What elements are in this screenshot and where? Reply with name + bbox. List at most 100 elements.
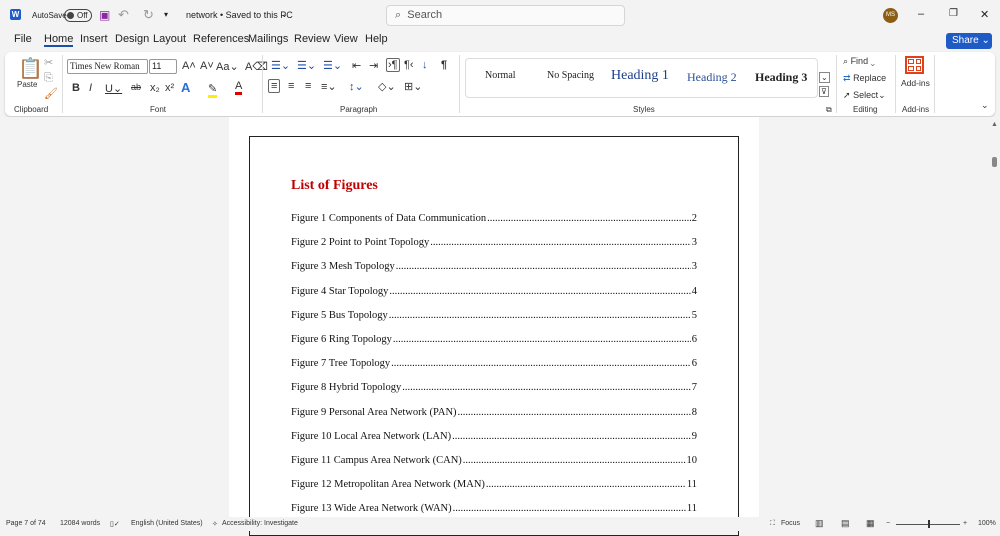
align-left-icon[interactable]: ≡ <box>268 79 281 93</box>
web-layout-icon[interactable]: ▦ <box>866 518 875 529</box>
figure-entry[interactable]: Figure 2 Point to Point Topology 3 <box>291 237 697 248</box>
increase-indent-icon[interactable]: ⇥ <box>369 59 378 72</box>
font-size-select[interactable]: 11 <box>149 59 177 74</box>
line-spacing-icon[interactable]: ↕⌄ <box>349 80 364 93</box>
chevron-down-icon[interactable]: ⌄ <box>281 10 288 19</box>
select-button[interactable]: ➚ Select⌄ <box>843 90 886 101</box>
figure-entry[interactable]: Figure 8 Hybrid Topology 7 <box>291 382 697 393</box>
autosave-toggle[interactable]: Off <box>64 9 92 22</box>
figure-entry[interactable]: Figure 11 Campus Area Network (CAN) 10 <box>291 455 697 466</box>
scrollbar-thumb[interactable] <box>992 157 997 167</box>
vertical-scrollbar[interactable] <box>988 117 1000 517</box>
figure-entry[interactable]: Figure 6 Ring Topology 6 <box>291 334 697 345</box>
word-count[interactable]: 12084 words <box>60 520 100 527</box>
figure-entry[interactable]: Figure 4 Star Topology 4 <box>291 286 697 297</box>
tab-help[interactable]: Help <box>365 33 388 45</box>
search-box[interactable]: ⌕ Search <box>386 5 625 26</box>
strikethrough-icon[interactable]: ab <box>131 82 141 92</box>
subscript-icon[interactable]: x₂ <box>150 82 160 94</box>
styles-scroll-down-icon[interactable]: ⌄ <box>819 72 830 83</box>
ltr-icon[interactable]: ›¶ <box>386 58 400 72</box>
tab-layout[interactable]: Layout <box>153 33 186 45</box>
decrease-indent-icon[interactable]: ⇤ <box>352 59 361 72</box>
italic-icon[interactable]: I <box>89 82 92 94</box>
tab-insert[interactable]: Insert <box>80 33 108 45</box>
multilevel-list-icon[interactable]: ☰⌄ <box>323 59 342 72</box>
underline-icon[interactable]: U⌄ <box>105 82 122 95</box>
shrink-font-icon[interactable]: A˅ <box>200 60 214 72</box>
tab-view[interactable]: View <box>334 33 358 45</box>
proofing-icon[interactable]: ▯✓ <box>110 520 120 528</box>
superscript-icon[interactable]: x² <box>165 82 174 94</box>
format-painter-icon[interactable]: 🖌 <box>44 87 58 100</box>
tab-review[interactable]: Review <box>294 33 330 45</box>
cut-icon[interactable]: ✂ <box>44 56 53 69</box>
focus-icon[interactable]: ⛶ <box>770 520 775 528</box>
scroll-up-icon[interactable]: ▲ <box>991 121 998 128</box>
style-heading-3[interactable]: Heading 3 <box>755 70 807 85</box>
style-normal[interactable]: Normal <box>485 70 516 81</box>
zoom-slider-handle[interactable] <box>928 520 930 528</box>
add-ins-button[interactable]: Add-ins <box>901 78 930 88</box>
paste-icon[interactable]: 📋 <box>18 56 43 81</box>
figure-entry[interactable]: Figure 3 Mesh Topology 3 <box>291 261 697 272</box>
clear-formatting-icon[interactable]: A⌫ <box>245 60 268 73</box>
figure-entry[interactable]: Figure 12 Metropolitan Area Network (MAN… <box>291 479 697 490</box>
tab-home[interactable]: Home <box>44 33 74 47</box>
change-case-icon[interactable]: Aa⌄ <box>216 60 239 73</box>
tab-references[interactable]: References <box>193 33 249 45</box>
figure-entry[interactable]: Figure 7 Tree Topology 6 <box>291 358 697 369</box>
style-heading-1[interactable]: Heading 1 <box>611 68 669 84</box>
save-icon[interactable]: ▣ <box>99 8 110 22</box>
customize-toolbar-icon[interactable]: ▾ <box>164 10 168 19</box>
print-layout-icon[interactable]: ▤ <box>841 518 850 529</box>
undo-icon[interactable]: ↶ <box>118 7 129 23</box>
page-count[interactable]: Page 7 of 74 <box>6 520 46 527</box>
font-name-select[interactable]: Times New Roman <box>67 59 148 74</box>
redo-icon[interactable]: ↻ <box>143 7 154 23</box>
style-no-spacing[interactable]: No Spacing <box>547 70 594 81</box>
avatar[interactable]: MS <box>883 8 898 23</box>
styles-more-icon[interactable]: ⊽ <box>819 86 829 97</box>
tab-design[interactable]: Design <box>115 33 149 45</box>
document-title[interactable]: network • Saved to this PC <box>186 10 293 20</box>
tab-file[interactable]: File <box>14 33 32 45</box>
add-ins-icon[interactable] <box>905 56 924 74</box>
figure-entry[interactable]: Figure 10 Local Area Network (LAN) 9 <box>291 431 697 442</box>
figure-entry[interactable]: Figure 13 Wide Area Network (WAN) 11 <box>291 503 697 514</box>
figure-entry[interactable]: Figure 9 Personal Area Network (PAN) 8 <box>291 407 697 418</box>
figure-entry[interactable]: Figure 1 Components of Data Communicatio… <box>291 213 697 224</box>
sort-icon[interactable]: ↓ <box>422 59 428 71</box>
language[interactable]: English (United States) <box>131 520 203 527</box>
font-color-icon[interactable]: A <box>235 80 243 95</box>
read-mode-icon[interactable]: ▥ <box>815 518 824 529</box>
close-icon[interactable]: ✕ <box>980 8 989 21</box>
style-heading-2[interactable]: Heading 2 <box>687 70 737 85</box>
shading-icon[interactable]: ◇⌄ <box>378 80 396 93</box>
tab-mailings[interactable]: Mailings <box>248 33 288 45</box>
numbering-icon[interactable]: ☰⌄ <box>297 59 316 72</box>
figure-entry[interactable]: Figure 5 Bus Topology 5 <box>291 310 697 321</box>
copy-icon[interactable]: ⎘ <box>44 72 53 85</box>
paste-button[interactable]: Paste <box>17 80 37 89</box>
justify-icon[interactable]: ≡⌄ <box>321 80 337 93</box>
minimize-icon[interactable]: – <box>918 8 924 20</box>
bold-icon[interactable]: B <box>72 82 80 94</box>
zoom-in-icon[interactable]: + <box>963 520 967 527</box>
zoom-level[interactable]: 100% <box>978 520 996 527</box>
focus-button[interactable]: Focus <box>781 520 800 527</box>
bullets-icon[interactable]: ☰⌄ <box>271 59 290 72</box>
text-effects-icon[interactable]: A <box>181 80 190 95</box>
align-right-icon[interactable]: ≡ <box>305 80 311 92</box>
replace-button[interactable]: ⇄ Replace <box>843 73 886 84</box>
restore-icon[interactable]: ❐ <box>949 8 958 19</box>
highlight-icon[interactable]: ✎ <box>208 82 218 98</box>
accessibility-status[interactable]: Accessibility: Investigate <box>222 520 298 527</box>
grow-font-icon[interactable]: A˄ <box>182 60 196 72</box>
rtl-icon[interactable]: ¶‹ <box>404 59 414 71</box>
show-formatting-icon[interactable]: ¶ <box>441 59 447 71</box>
find-button[interactable]: ⌕ Find ⌄ <box>843 56 875 67</box>
share-button[interactable]: Share ⌄ <box>946 33 992 49</box>
align-center-icon[interactable]: ≡ <box>288 80 294 92</box>
collapse-ribbon-icon[interactable]: ⌄ <box>981 100 989 111</box>
